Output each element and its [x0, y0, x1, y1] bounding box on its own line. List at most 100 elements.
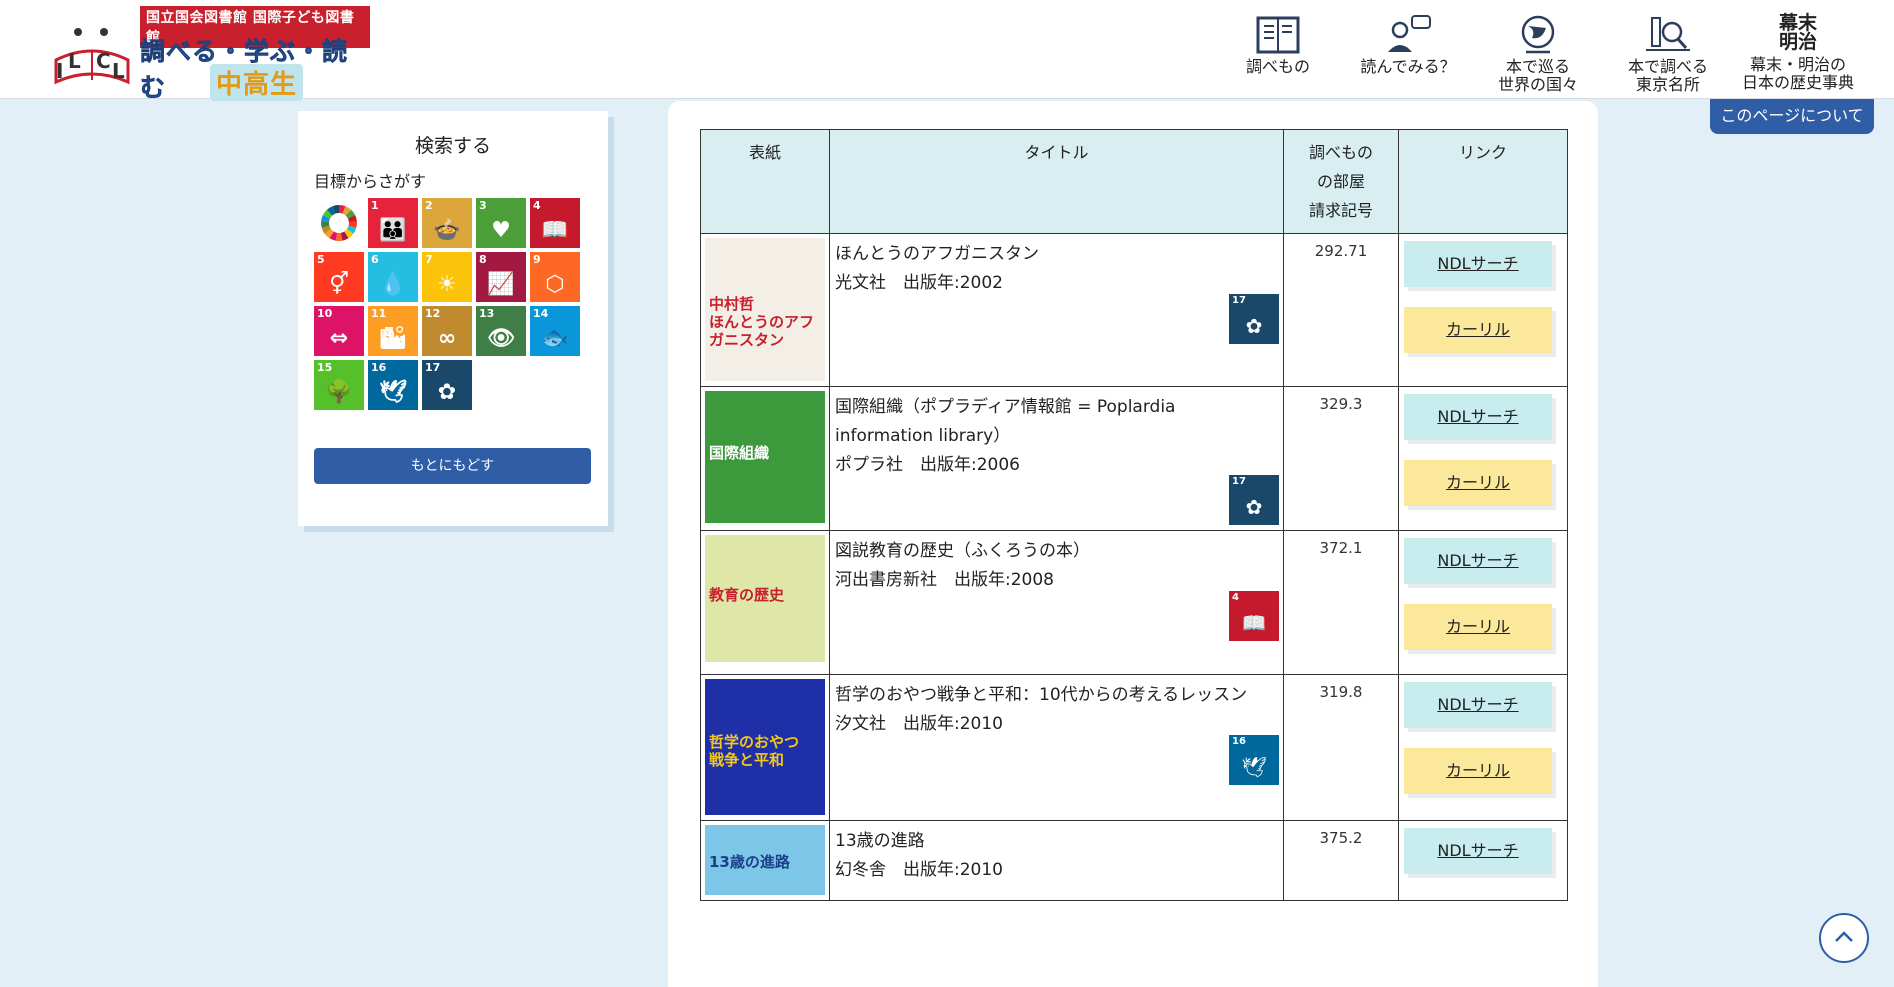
- chevron-up-icon: [1835, 931, 1853, 942]
- calil-link[interactable]: カーリル: [1404, 460, 1552, 506]
- cover-cell: 教育の歴史: [700, 530, 830, 675]
- call-number: 319.8: [1283, 674, 1399, 821]
- title-cell: 13歳の進路幻冬舎 出版年:2010: [829, 820, 1284, 901]
- links-cell: NDLサーチ カーリル: [1398, 674, 1568, 821]
- book-cover-image[interactable]: 国際組織: [705, 391, 825, 523]
- table-row: 哲学のおやつ 戦争と平和 哲学のおやつ戦争と平和：10代からの考えるレッスン 汐文社…: [700, 674, 1568, 821]
- tokyo-search-icon: [1646, 17, 1690, 51]
- book-title: 13歳の進路: [835, 831, 925, 851]
- search-sidebar: 検索する 目標からさがす 1 👪 2 🍲 3 ♥ 4 📖 5 ⚥ 6 💧 7 ☀ 8 📈 9 ⬡ 10 ⇔ 11 🏙 12 ∞…: [298, 111, 608, 526]
- sdg-goal-11-icon[interactable]: 11 🏙: [368, 306, 418, 356]
- book-cover-image[interactable]: 13歳の進路: [705, 825, 825, 895]
- about-page-button[interactable]: このページについて: [1710, 99, 1874, 134]
- sdg-goal-3-icon[interactable]: 3 ♥: [476, 198, 526, 248]
- results-panel: 表紙 タイトル 調べもの の部屋 請求記号 リンク 中村哲 ほんとうのアフガニス…: [668, 101, 1598, 987]
- cover-cell: 13歳の進路: [700, 820, 830, 901]
- table-row: 中村哲 ほんとうのアフガニスタン ほんとうのアフガニスタン 光文社 出版年:2002…: [700, 233, 1568, 387]
- call-number: 292.71: [1283, 233, 1399, 387]
- globe-icon: [1521, 15, 1555, 54]
- ndl-search-link[interactable]: NDLサーチ: [1404, 241, 1552, 287]
- sdg-goal-6-icon[interactable]: 6 💧: [368, 252, 418, 302]
- sdg-goal-17-icon[interactable]: 17 ✿: [1229, 475, 1279, 525]
- sdg-goal-16-icon[interactable]: 16 🕊: [368, 360, 418, 410]
- site-logo[interactable]: 国立国会図書館 国際子ども図書館 I L C L 調べる・学ぶ・読む 中高生: [50, 6, 370, 102]
- links-cell: NDLサーチ カーリル: [1398, 530, 1568, 675]
- sdg-goal-9-icon[interactable]: 9 ⬡: [530, 252, 580, 302]
- links-cell: NDLサーチ カーリル: [1398, 233, 1568, 387]
- cover-cell: 哲学のおやつ 戦争と平和: [700, 674, 830, 821]
- main-nav: 調べもの 読んでみる？ 本で巡る 世界の国々 本で調べる 東京名所 幕末 明治 …: [1222, 12, 1854, 94]
- book-publisher-year: 幻冬舎 出版年:2010: [835, 860, 1003, 880]
- calil-link[interactable]: カーリル: [1404, 748, 1552, 794]
- ilcl-logo-mark: I L C L: [54, 28, 130, 85]
- book-cover-image[interactable]: 教育の歴史: [705, 535, 825, 662]
- book-cover-image[interactable]: 中村哲 ほんとうのアフガニスタン: [705, 238, 825, 381]
- column-header-links: リンク: [1398, 129, 1568, 234]
- site-header: 国立国会図書館 国際子ども図書館 I L C L 調べる・学ぶ・読む 中高生 調…: [0, 0, 1894, 102]
- ndl-search-link[interactable]: NDLサーチ: [1404, 394, 1552, 440]
- book-title: ほんとうのアフガニスタン: [835, 244, 1039, 264]
- title-cell: 図説教育の歴史（ふくろうの本） 河出書房新社 出版年:2008 4 📖: [829, 530, 1284, 675]
- sdg-goal-4-icon[interactable]: 4 📖: [1229, 591, 1279, 641]
- book-publisher-year: 光文社 出版年:2002: [835, 273, 1003, 293]
- sdg-goal-1-icon[interactable]: 1 👪: [368, 198, 418, 248]
- sdg-goal-14-icon[interactable]: 14 🐟: [530, 306, 580, 356]
- reader-chat-icon: [1388, 15, 1431, 52]
- sdg-goal-17-icon[interactable]: 17 ✿: [1229, 294, 1279, 344]
- table-row: 教育の歴史 図説教育の歴史（ふくろうの本） 河出書房新社 出版年:2008 4 📖 372…: [700, 530, 1568, 675]
- sidebar-title: 検索する: [414, 135, 491, 157]
- nav-label: 調べもの: [1245, 57, 1310, 76]
- ndl-search-link[interactable]: NDLサーチ: [1404, 538, 1552, 584]
- sdg-goal-16-icon[interactable]: 16 🕊: [1229, 735, 1279, 785]
- ndl-search-link[interactable]: NDLサーチ: [1404, 828, 1552, 874]
- table-row: 国際組織 国際組織（ポプラディア情報館 = Poplardia informati…: [700, 386, 1568, 531]
- sdg-goal-2-icon[interactable]: 2 🍲: [422, 198, 472, 248]
- title-cell: 国際組織（ポプラディア情報館 = Poplardia information l…: [829, 386, 1284, 531]
- cover-cell: 国際組織: [700, 386, 830, 531]
- nav-item-tokyo[interactable]: 本で調べる 東京名所: [1612, 12, 1724, 94]
- sdg-goal-4-icon[interactable]: 4 📖: [530, 198, 580, 248]
- nav-label: 本で巡る 世界の国々: [1497, 57, 1578, 94]
- nav-item-reading[interactable]: 読んでみる？: [1352, 12, 1464, 94]
- sidebar-subtitle: 目標からさがす: [314, 172, 427, 191]
- nav-item-research[interactable]: 調べもの: [1222, 12, 1334, 94]
- call-number: 372.1: [1283, 530, 1399, 675]
- nav-label: 本で調べる 東京名所: [1627, 57, 1708, 94]
- svg-text:L: L: [68, 49, 81, 73]
- results-table: 表紙 タイトル 調べもの の部屋 請求記号 リンク 中村哲 ほんとうのアフガニス…: [700, 129, 1568, 901]
- svg-text:I: I: [56, 59, 63, 83]
- sdg-wheel-icon[interactable]: [314, 198, 364, 248]
- sdg-goal-13-icon[interactable]: 13 👁: [476, 306, 526, 356]
- book-publisher-year: 汐文社 出版年:2010: [835, 714, 1003, 734]
- sdg-goal-10-icon[interactable]: 10 ⇔: [314, 306, 364, 356]
- sdg-goal-grid: 1 👪 2 🍲 3 ♥ 4 📖 5 ⚥ 6 💧 7 ☀ 8 📈 9 ⬡ 10 ⇔ 11 🏙 12 ∞ 13 👁 14 🐟 15 🌳 16 🕊 1…: [314, 198, 592, 410]
- column-header-cover: 表紙: [700, 129, 830, 234]
- book-title: 図説教育の歴史（ふくろうの本）: [835, 541, 1090, 561]
- book-cover-image[interactable]: 哲学のおやつ 戦争と平和: [705, 679, 825, 815]
- call-number: 329.3: [1283, 386, 1399, 531]
- sdg-goal-5-icon[interactable]: 5 ⚥: [314, 252, 364, 302]
- calil-link[interactable]: カーリル: [1404, 307, 1552, 353]
- reset-button[interactable]: もとにもどす: [314, 448, 591, 484]
- book-publisher-year: 河出書房新社 出版年:2008: [835, 570, 1054, 590]
- nav-label: 読んでみる？: [1360, 57, 1456, 76]
- svg-text:C: C: [96, 49, 111, 73]
- table-row: 13歳の進路 13歳の進路 幻冬舎 出版年:2010 375.2 NDLサーチ: [700, 820, 1568, 901]
- ndl-search-link[interactable]: NDLサーチ: [1404, 682, 1552, 728]
- scroll-to-top-button[interactable]: [1819, 913, 1869, 963]
- book-title: 哲学のおやつ戦争と平和：10代からの考えるレッスン: [835, 685, 1248, 705]
- title-cell: ほんとうのアフガニスタン 光文社 出版年:2002 17 ✿: [829, 233, 1284, 387]
- table-header-row: 表紙 タイトル 調べもの の部屋 請求記号 リンク: [700, 129, 1568, 234]
- nav-item-world[interactable]: 本で巡る 世界の国々: [1482, 12, 1594, 94]
- links-cell: NDLサーチ: [1398, 820, 1568, 901]
- sdg-goal-8-icon[interactable]: 8 📈: [476, 252, 526, 302]
- nav-item-bakumatsu[interactable]: 幕末 明治 幕末・明治の 日本の歴史事典: [1742, 12, 1854, 94]
- calil-link[interactable]: カーリル: [1404, 604, 1552, 650]
- book-title: 国際組織（ポプラディア情報館 = Poplardia information l…: [835, 397, 1176, 446]
- sdg-goal-17-icon[interactable]: 17 ✿: [422, 360, 472, 410]
- sdg-goal-7-icon[interactable]: 7 ☀: [422, 252, 472, 302]
- nav-label: 幕末・明治の 日本の歴史事典: [1742, 55, 1855, 92]
- book-publisher-year: ポプラ社 出版年:2006: [835, 455, 1020, 475]
- sdg-goal-15-icon[interactable]: 15 🌳: [314, 360, 364, 410]
- sdg-goal-12-icon[interactable]: 12 ∞: [422, 306, 472, 356]
